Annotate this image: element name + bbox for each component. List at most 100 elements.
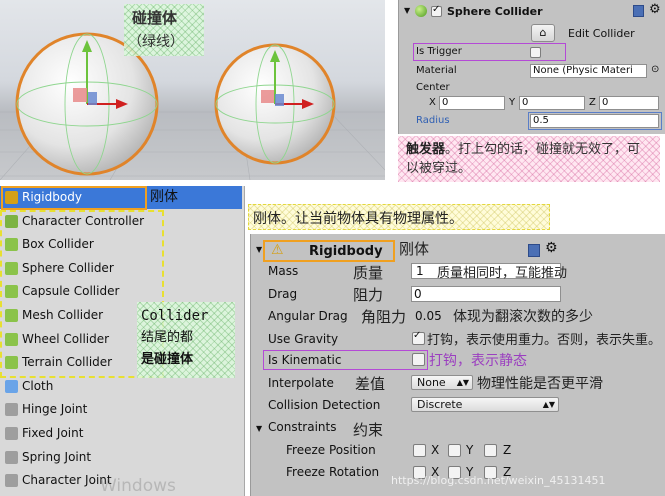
drag-note: 阻力 bbox=[353, 286, 384, 304]
radius-highlight bbox=[528, 112, 662, 130]
component-item-fixed-joint[interactable]: Fixed Joint bbox=[0, 422, 242, 445]
angular-drag-value[interactable]: 0.05 bbox=[415, 309, 442, 323]
center-x-field[interactable]: 0 bbox=[439, 96, 505, 110]
rigidbody-title-note: 刚体 bbox=[399, 240, 430, 258]
use-gravity-label: Use Gravity bbox=[268, 332, 339, 346]
constraints-label[interactable]: Constraints bbox=[268, 420, 336, 434]
is-trigger-label: Is Trigger bbox=[416, 46, 462, 57]
collider-note: Collider 结尾的都 是碰撞体 bbox=[137, 302, 235, 378]
freeze-rotation-label: Freeze Rotation bbox=[286, 465, 380, 479]
material-label: Material bbox=[416, 65, 457, 76]
angular-drag-value-note: 体现为翻滚次数的多少 bbox=[453, 309, 593, 325]
is-kinematic-checkbox[interactable] bbox=[412, 353, 425, 366]
edit-collider-label: Edit Collider bbox=[568, 27, 635, 40]
freeze-position-y-label: Y bbox=[466, 443, 474, 457]
object-picker-icon[interactable]: ⊙ bbox=[651, 64, 659, 75]
interpolate-label: Interpolate bbox=[268, 376, 334, 390]
material-field[interactable]: None (Physic Materi bbox=[530, 64, 647, 78]
mass-label: Mass bbox=[268, 264, 299, 278]
mass-value-note: 质量相同时，互能推动 bbox=[437, 266, 568, 281]
component-icon bbox=[5, 403, 18, 417]
scene-view[interactable]: 碰撞体 （绿线） bbox=[0, 0, 385, 180]
collider-caption-sub: （绿线） bbox=[128, 34, 184, 50]
sphere-right bbox=[214, 43, 336, 165]
component-item-cloth[interactable]: Cloth bbox=[0, 375, 242, 398]
component-item-label: Character Joint bbox=[22, 473, 112, 488]
rigidbody-note: 刚体 bbox=[150, 189, 178, 205]
interpolate-value-note: 物理性能是否更平滑 bbox=[477, 376, 603, 392]
component-icon bbox=[5, 379, 18, 393]
rigidbody-header-text: 刚体。让当前物体具有物理属性。 bbox=[253, 211, 463, 227]
foldout-arrow-icon[interactable]: ▼ bbox=[256, 245, 262, 254]
collider-note-line-2: 结尾的都 bbox=[141, 330, 194, 345]
angular-drag-note: 角阻力 bbox=[361, 308, 407, 326]
drag-label: Drag bbox=[268, 287, 298, 301]
trigger-note-bold: 触发器 bbox=[406, 142, 446, 157]
component-item-label: Hinge Joint bbox=[22, 402, 88, 417]
sphere-collider-title: Sphere Collider bbox=[447, 5, 543, 18]
collision-detection-dropdown[interactable]: Discrete ▲▼ bbox=[411, 397, 559, 412]
trigger-note: 触发器。打上勾的话，碰撞就无效了，可以被穿过。 bbox=[398, 136, 660, 182]
freeze-position-z-label: Z bbox=[503, 443, 512, 457]
edit-collider-button[interactable]: ⌂ bbox=[531, 24, 555, 42]
interpolate-note: 差值 bbox=[355, 375, 386, 393]
collider-note-line-1: Collider bbox=[141, 308, 209, 324]
component-item-label: Cloth bbox=[22, 378, 54, 393]
constraints-note: 约束 bbox=[353, 421, 384, 439]
rigidbody-item-highlight bbox=[1, 186, 147, 210]
component-icon bbox=[5, 450, 18, 464]
center-x-label: X bbox=[429, 97, 436, 108]
freeze-position-x-checkbox[interactable] bbox=[413, 444, 426, 457]
settings-gear-icon[interactable]: ⚙ bbox=[649, 2, 661, 17]
blog-watermark: https://blog.csdn.net/weixin_45131451 bbox=[391, 474, 606, 487]
is-kinematic-label: Is Kinematic bbox=[268, 353, 342, 367]
windows-watermark: Windows bbox=[100, 476, 176, 496]
freeze-position-label: Freeze Position bbox=[286, 443, 376, 457]
dropdown-arrow-icon: ▲▼ bbox=[542, 400, 555, 409]
rigidbody-title: Rigidbody bbox=[309, 244, 383, 259]
component-icon bbox=[5, 427, 18, 440]
help-book-icon[interactable] bbox=[633, 5, 644, 17]
center-y-label: Y bbox=[509, 97, 516, 108]
collider-caption-title: 碰撞体 bbox=[132, 9, 178, 27]
interpolate-value: None bbox=[417, 376, 446, 389]
dropdown-arrow-icon: ▲▼ bbox=[456, 378, 469, 387]
constraints-foldout-icon[interactable]: ▼ bbox=[256, 424, 262, 433]
sphere-collider-enabled-checkbox[interactable] bbox=[431, 4, 442, 17]
angular-drag-label: Angular Drag bbox=[268, 309, 348, 323]
foldout-arrow-icon[interactable]: ▼ bbox=[404, 6, 410, 15]
component-item-label: Fixed Joint bbox=[22, 426, 84, 440]
use-gravity-checkbox[interactable] bbox=[412, 330, 425, 345]
rigidbody-inspector: ▼ ⚠ Rigidbody 刚体 ⚙ Mass 质量 1 质量相同时，互能推动 … bbox=[250, 234, 665, 496]
rigidbody-icon: ⚠ bbox=[271, 242, 284, 258]
sphere-collider-inspector: ▼ Sphere Collider ⚙ ⌂ Edit Collider Is T… bbox=[398, 0, 665, 134]
component-item-label: Spring Joint bbox=[22, 449, 92, 464]
mass-note: 质量 bbox=[353, 264, 384, 282]
collider-caption: 碰撞体 （绿线） bbox=[124, 4, 204, 56]
add-component-list: Rigidbody Character Controller Box Collide… bbox=[0, 186, 245, 496]
is-kinematic-note: 打钩，表示静态 bbox=[429, 353, 527, 369]
freeze-position-z-checkbox[interactable] bbox=[484, 444, 497, 457]
radius-label: Radius bbox=[416, 115, 450, 126]
mass-value: 1 bbox=[416, 264, 424, 278]
is-trigger-checkbox[interactable] bbox=[530, 47, 541, 58]
drag-field[interactable]: 0 bbox=[411, 286, 561, 302]
freeze-position-x-label: X bbox=[431, 443, 440, 457]
component-item-spring-joint[interactable]: Spring Joint bbox=[0, 446, 242, 469]
freeze-position-y-checkbox[interactable] bbox=[448, 444, 461, 457]
help-book-icon[interactable] bbox=[528, 244, 540, 257]
center-label: Center bbox=[416, 82, 450, 93]
edit-collider-icon: ⌂ bbox=[539, 26, 547, 39]
collision-detection-label: Collision Detection bbox=[268, 398, 381, 412]
collision-detection-value: Discrete bbox=[417, 398, 463, 411]
collider-note-line-3: 是碰撞体 bbox=[141, 352, 194, 367]
center-z-label: Z bbox=[589, 97, 596, 108]
interpolate-dropdown[interactable]: None ▲▼ bbox=[411, 375, 473, 390]
sphere-collider-icon bbox=[415, 5, 427, 17]
component-item-hinge-joint[interactable]: Hinge Joint bbox=[0, 398, 242, 421]
rigidbody-header-note: 刚体。让当前物体具有物理属性。 bbox=[248, 204, 550, 230]
settings-gear-icon[interactable]: ⚙ bbox=[545, 240, 558, 256]
center-z-field[interactable]: 0 bbox=[599, 96, 659, 110]
center-y-field[interactable]: 0 bbox=[519, 96, 585, 110]
component-icon bbox=[5, 474, 18, 488]
